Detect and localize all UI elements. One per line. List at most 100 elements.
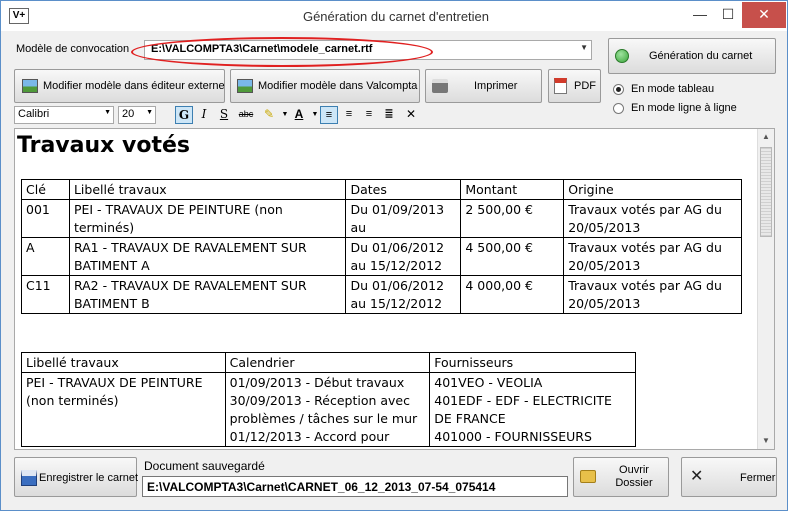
calendar-entry: 30/09/2013 - Réception avec problèmes / … xyxy=(229,393,418,426)
table-cell: RA1 - TRAVAUX DE RAVALEMENT SUR BATIMENT… xyxy=(68,237,347,276)
edit-valcompta-label: Modifier modèle dans Valcompta xyxy=(258,80,418,92)
supplier-entry: 401VEO - VEOLIA xyxy=(434,375,543,390)
app-icon: V+ xyxy=(9,8,29,24)
open-folder-button[interactable]: Ouvrir Dossier xyxy=(573,457,669,497)
scroll-up-icon[interactable]: ▲ xyxy=(758,129,774,145)
floppy-disk-icon xyxy=(21,470,37,486)
document-editor[interactable]: Travaux votés Clé Libellé travaux Dates … xyxy=(14,128,775,450)
supplier-entry: 401000 - FOURNISSEURS xyxy=(434,429,592,444)
main-window: V+ Génération du carnet d'entretien — ☐ … xyxy=(0,0,788,511)
underline-button[interactable]: S xyxy=(215,106,233,124)
pdf-label: PDF xyxy=(574,80,596,92)
folder-icon xyxy=(580,470,596,483)
scroll-thumb[interactable] xyxy=(760,147,772,237)
vertical-scrollbar[interactable]: ▲ ▼ xyxy=(757,129,774,449)
table-cell: PEI - TRAVAUX DE PEINTURE (non terminés) xyxy=(68,199,347,238)
chevron-down-icon: ▼ xyxy=(104,109,111,116)
table-cell: PEI - TRAVAUX DE PEINTURE (non terminés) xyxy=(21,372,226,447)
column-header: Clé xyxy=(21,179,70,200)
font-size-select[interactable]: 20 ▼ xyxy=(118,106,156,124)
table-row: 001 PEI - TRAVAUX DE PEINTURE (non termi… xyxy=(21,199,742,238)
table-cell: Du 01/06/2012 au 15/12/2012 xyxy=(345,237,462,276)
table-cell: Travaux votés par AG du 20/05/2013 xyxy=(563,237,742,276)
column-header: Dates xyxy=(345,179,462,200)
image-icon xyxy=(22,79,38,93)
saved-path-field[interactable]: E:\VALCOMPTA3\Carnet\CARNET_06_12_2013_0… xyxy=(142,476,568,497)
table-cell: 001 xyxy=(21,199,70,238)
strikethrough-button[interactable]: abc xyxy=(235,106,257,124)
table-cell: 401VEO - VEOLIA 401EDF - EDF - ELECTRICI… xyxy=(429,372,636,447)
calendar-entry: 01/09/2013 - Début travaux xyxy=(229,375,405,390)
align-left-icon[interactable]: ≡ xyxy=(320,106,338,124)
title-bar[interactable]: V+ Génération du carnet d'entretien — ☐ … xyxy=(1,1,787,31)
generate-label: Génération du carnet xyxy=(649,50,753,62)
table-cell: RA2 - TRAVAUX DE RAVALEMENT SUR BATIMENT… xyxy=(68,275,347,314)
table-cell: Du 01/09/2013 au xyxy=(345,199,462,238)
convocation-value: E:\VALCOMPTA3\Carnet\modele_carnet.rtf xyxy=(151,43,373,55)
italic-button[interactable]: I xyxy=(195,106,213,124)
table-cell: C11 xyxy=(21,275,70,314)
convocation-label: Modèle de convocation xyxy=(16,43,130,55)
table-header-row: Libellé travaux Calendrier Fournisseurs xyxy=(21,352,636,373)
open-folder-label: Ouvrir Dossier xyxy=(615,464,653,489)
minimize-button[interactable]: — xyxy=(686,2,714,28)
calendar-table: Libellé travaux Calendrier Fournisseurs … xyxy=(21,352,636,447)
chevron-down-icon: ▼ xyxy=(146,109,153,116)
align-right-icon[interactable]: ≡ xyxy=(360,106,378,124)
table-cell: 2 500,00 € xyxy=(460,199,565,238)
align-justify-icon[interactable]: ≣ xyxy=(380,106,398,124)
table-cell: Travaux votés par AG du 20/05/2013 xyxy=(563,199,742,238)
mode-table-radio[interactable] xyxy=(613,84,624,95)
format-toolbar: Calibri ▼ 20 ▼ G I S abc ✎ ▼ A ▼ ≡ ≡ ≡ ≣… xyxy=(14,105,422,127)
table-row: PEI - TRAVAUX DE PEINTURE (non terminés)… xyxy=(21,372,636,447)
saved-document-label: Document sauvegardé xyxy=(144,459,265,473)
pdf-button[interactable]: PDF xyxy=(548,69,601,103)
table-header-row: Clé Libellé travaux Dates Montant Origin… xyxy=(21,179,742,200)
table-row: C11 RA2 - TRAVAUX DE RAVALEMENT SUR BATI… xyxy=(21,275,742,314)
table-cell: Du 01/06/2012 au 15/12/2012 xyxy=(345,275,462,314)
image-icon xyxy=(237,79,253,93)
edit-valcompta-button[interactable]: Modifier modèle dans Valcompta xyxy=(230,69,420,103)
column-header: Libellé travaux xyxy=(68,179,347,200)
save-label: Enregistrer le carnet xyxy=(39,472,139,484)
save-button[interactable]: Enregistrer le carnet xyxy=(14,457,139,497)
table-cell: A xyxy=(21,237,70,276)
close-label: Fermer xyxy=(740,472,776,484)
table-cell: 01/09/2013 - Début travaux 30/09/2013 - … xyxy=(224,372,431,447)
chevron-down-icon: ▼ xyxy=(580,43,588,52)
align-center-icon[interactable]: ≡ xyxy=(340,106,358,124)
close-window-button[interactable]: ✕ xyxy=(742,2,786,28)
print-button[interactable]: Imprimer xyxy=(425,69,542,103)
works-table: Clé Libellé travaux Dates Montant Origin… xyxy=(21,179,742,314)
close-button[interactable]: ✕ Fermer xyxy=(681,457,777,497)
font-value: Calibri xyxy=(18,108,50,120)
column-header: Calendrier xyxy=(224,352,431,373)
mode-line-radio[interactable] xyxy=(613,103,624,114)
table-row: A RA1 - TRAVAUX DE RAVALEMENT SUR BATIME… xyxy=(21,237,742,276)
table-cell: 4 500,00 € xyxy=(460,237,565,276)
mode-table-label: En mode tableau xyxy=(631,83,715,95)
bold-button[interactable]: G xyxy=(175,106,193,124)
column-header: Montant xyxy=(460,179,565,200)
close-format-bar-icon[interactable]: ✕ xyxy=(402,106,420,124)
printer-icon xyxy=(432,79,448,93)
calendar-entry: 01/12/2013 - Accord pour xyxy=(229,429,390,444)
edit-external-label: Modifier modèle dans éditeur externe xyxy=(43,80,225,92)
font-size-value: 20 xyxy=(122,108,135,120)
edit-external-button[interactable]: Modifier modèle dans éditeur externe xyxy=(14,69,225,103)
font-select[interactable]: Calibri ▼ xyxy=(14,106,114,124)
table-cell: Travaux votés par AG du 20/05/2013 xyxy=(563,275,742,314)
mode-line-label: En mode ligne à ligne xyxy=(631,102,737,114)
generate-button[interactable]: Génération du carnet xyxy=(608,38,776,74)
table-cell: 4 000,00 € xyxy=(460,275,565,314)
document-heading: Travaux votés xyxy=(17,133,190,158)
maximize-button[interactable]: ☐ xyxy=(714,2,742,28)
print-label: Imprimer xyxy=(474,80,518,92)
column-header: Fournisseurs xyxy=(429,352,636,373)
convocation-combo[interactable]: E:\VALCOMPTA3\Carnet\modele_carnet.rtf ▼ xyxy=(144,40,592,60)
generate-icon xyxy=(615,49,629,63)
scroll-down-icon[interactable]: ▼ xyxy=(758,433,774,449)
close-icon: ✕ xyxy=(690,468,704,485)
supplier-entry: 401EDF - EDF - ELECTRICITE DE FRANCE xyxy=(434,393,612,426)
window-title: Génération du carnet d'entretien xyxy=(302,9,490,24)
